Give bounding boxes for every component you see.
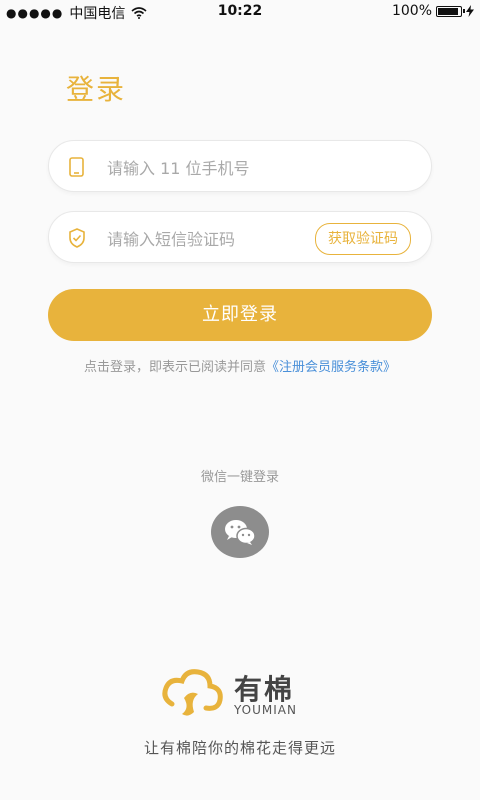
status-right: 100%	[392, 3, 474, 19]
terms-prefix: 点击登录，即表示已阅读并同意	[83, 360, 266, 375]
wechat-icon	[225, 520, 256, 545]
terms-link[interactable]: 《注册会员服务条款》	[266, 360, 396, 375]
phone-icon	[69, 157, 84, 177]
code-field[interactable]: 获取验证码	[48, 211, 432, 263]
get-code-button[interactable]: 获取验证码	[315, 223, 411, 255]
status-bar: ●●●●● 中国电信 10:22 100%	[0, 0, 480, 24]
battery-percent: 100%	[391, 3, 432, 19]
brand-english: YOUMIAN	[234, 703, 297, 717]
shield-check-icon	[69, 228, 85, 248]
brand-name: 有棉	[234, 673, 295, 706]
wechat-login-label: 微信一键登录	[200, 470, 279, 485]
login-button[interactable]: 立即登录	[48, 289, 432, 341]
charging-icon	[466, 5, 474, 17]
page-title: 登录	[66, 73, 127, 106]
phone-field[interactable]	[48, 140, 432, 192]
brand-slogan: 让有棉陪你的棉花走得更远	[143, 739, 336, 757]
phone-input[interactable]	[105, 154, 329, 182]
code-input[interactable]	[105, 225, 329, 253]
battery-icon	[436, 5, 465, 17]
wechat-login-button[interactable]	[211, 506, 269, 558]
terms-text: 点击登录，即表示已阅读并同意《注册会员服务条款》	[0, 356, 480, 375]
